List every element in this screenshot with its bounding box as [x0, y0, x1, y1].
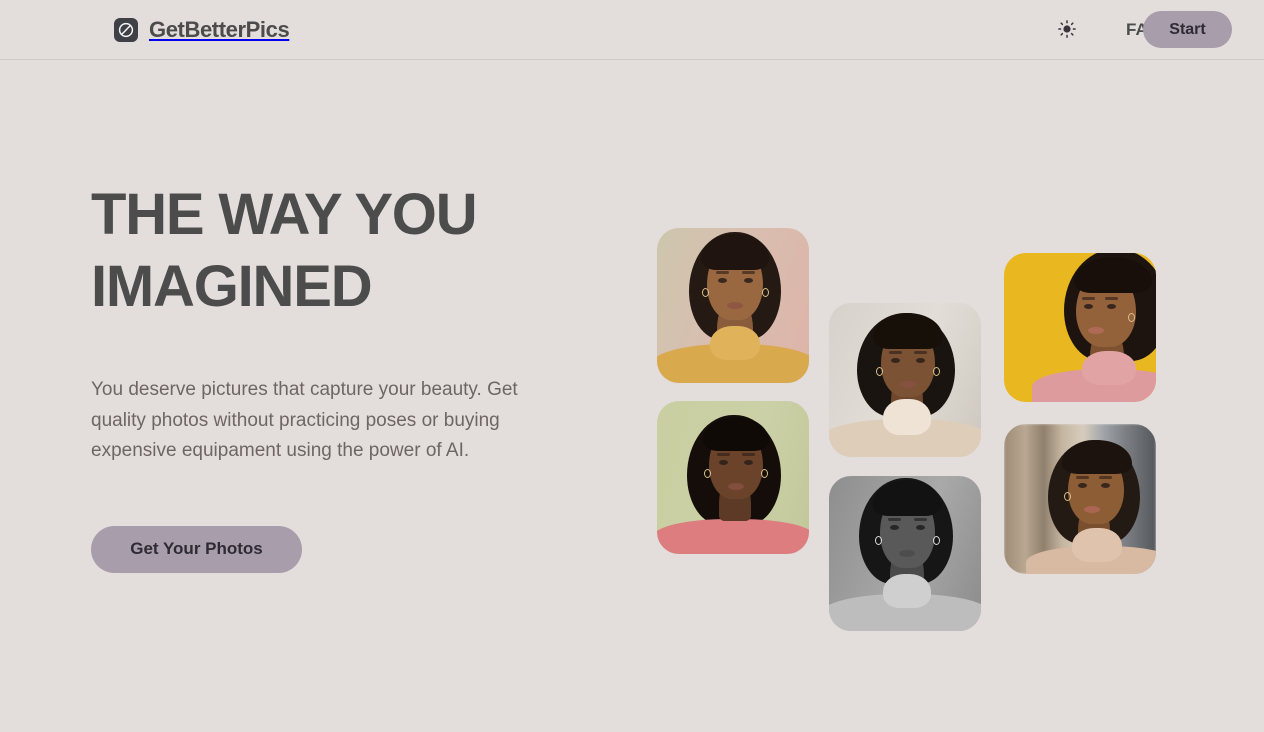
- page-title: THE WAY YOU IMAGINED: [91, 179, 591, 323]
- photo-card[interactable]: [829, 303, 981, 457]
- photo-card[interactable]: [657, 401, 809, 554]
- theme-toggle-button[interactable]: [1051, 14, 1083, 46]
- sun-icon: [1058, 19, 1076, 41]
- get-your-photos-button[interactable]: Get Your Photos: [91, 525, 302, 573]
- portrait-image: [1004, 253, 1156, 402]
- hero-section: THE WAY YOU IMAGINED You deserve picture…: [0, 61, 1264, 732]
- lens-leaf-logo-icon: [114, 17, 138, 42]
- hero-subtitle: You deserve pictures that capture your b…: [91, 379, 518, 461]
- hero-title-line-2: IMAGINED: [91, 254, 373, 319]
- portrait-image: [829, 303, 981, 457]
- portrait-image: [829, 476, 981, 631]
- portrait-image: [657, 228, 809, 383]
- brand-logo[interactable]: GetBetterPics: [114, 16, 290, 42]
- photo-card[interactable]: [1004, 253, 1156, 402]
- site-header: GetBetterPics Start: [0, 0, 1264, 60]
- photo-card[interactable]: [1004, 424, 1156, 574]
- hero-copy: THE WAY YOU IMAGINED You deserve picture…: [91, 179, 591, 573]
- photo-collage: [657, 167, 1157, 637]
- brand-name: GetBetterPics: [149, 16, 290, 42]
- page-root: GetBetterPics Start THE WAY YOU IMAGINED…: [0, 0, 1264, 732]
- photo-card[interactable]: [829, 476, 981, 631]
- hero-title-line-1: THE WAY YOU: [91, 182, 478, 247]
- start-button[interactable]: Start: [1143, 11, 1232, 48]
- portrait-image: [1004, 424, 1156, 574]
- photo-card[interactable]: [657, 228, 809, 383]
- portrait-image: [657, 401, 809, 554]
